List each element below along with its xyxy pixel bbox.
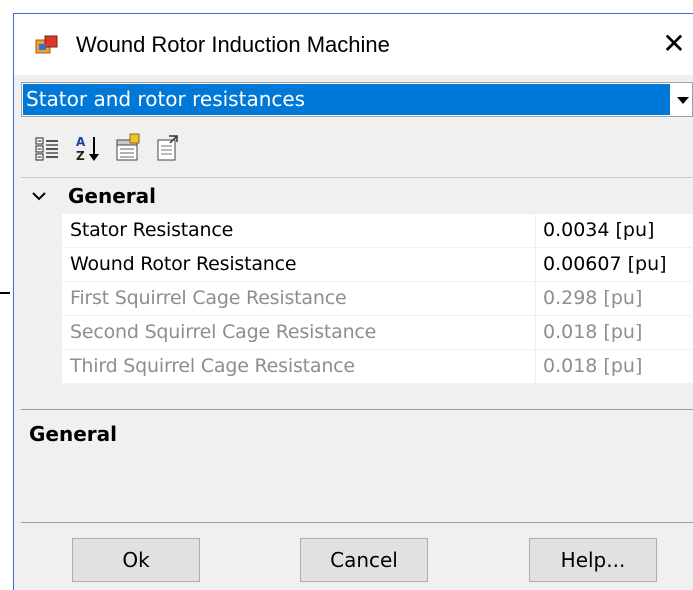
dialog-window: Wound Rotor Induction Machine ✕ Stator a… <box>13 13 693 590</box>
categorized-view-icon[interactable] <box>33 132 63 164</box>
window-title: Wound Rotor Induction Machine <box>76 32 390 57</box>
column-divider <box>535 248 536 282</box>
column-divider <box>535 214 536 248</box>
category-row-general[interactable]: General <box>21 178 693 214</box>
svg-text:A: A <box>76 135 86 149</box>
export-icon[interactable] <box>153 132 183 164</box>
grid-footer-space <box>21 384 693 400</box>
category-label: General <box>68 184 156 208</box>
column-divider <box>535 282 536 316</box>
chevron-down-icon[interactable] <box>31 188 47 204</box>
grid-gutter <box>21 214 62 384</box>
property-row-wound-rotor-resistance[interactable]: Wound Rotor Resistance 0.00607 [pu] <box>62 248 693 282</box>
property-value: 0.298 [pu] <box>543 287 643 309</box>
property-grid: General Stator Resistance 0.0034 [pu] Wo… <box>21 177 693 400</box>
property-value[interactable]: 0.00607 [pu] <box>543 253 667 275</box>
property-value: 0.018 [pu] <box>543 355 643 377</box>
property-row-first-squirrel-cage-resistance: First Squirrel Cage Resistance 0.298 [pu… <box>62 282 693 316</box>
title-bar[interactable]: Wound Rotor Induction Machine ✕ <box>14 14 693 75</box>
help-button[interactable]: Help... <box>529 538 657 582</box>
svg-text:Z: Z <box>76 149 85 163</box>
alphabetical-sort-icon[interactable]: A Z <box>73 132 103 164</box>
stray-line <box>0 292 10 294</box>
close-icon[interactable]: ✕ <box>654 24 693 64</box>
description-panel: General <box>21 409 693 523</box>
property-pages-icon[interactable] <box>113 132 143 164</box>
ok-button[interactable]: Ok <box>72 538 200 582</box>
category-dropdown-value: Stator and rotor resistances <box>23 84 670 115</box>
cancel-button[interactable]: Cancel <box>300 538 428 582</box>
property-name: Third Squirrel Cage Resistance <box>70 355 355 377</box>
property-name: Second Squirrel Cage Resistance <box>70 321 377 343</box>
chevron-down-icon[interactable] <box>674 89 692 111</box>
property-name: Stator Resistance <box>70 219 234 241</box>
property-row-third-squirrel-cage-resistance: Third Squirrel Cage Resistance 0.018 [pu… <box>62 350 693 384</box>
property-toolbar: A Z <box>21 124 693 174</box>
property-value: 0.018 [pu] <box>543 321 643 343</box>
property-row-stator-resistance[interactable]: Stator Resistance 0.0034 [pu] <box>62 214 693 248</box>
column-divider <box>535 350 536 384</box>
property-name: First Squirrel Cage Resistance <box>70 287 347 309</box>
category-dropdown[interactable]: Stator and rotor resistances <box>21 82 693 117</box>
property-row-second-squirrel-cage-resistance: Second Squirrel Cage Resistance 0.018 [p… <box>62 316 693 350</box>
column-divider <box>535 316 536 350</box>
description-title: General <box>29 422 117 446</box>
app-block-icon <box>35 35 58 54</box>
property-name: Wound Rotor Resistance <box>70 253 297 275</box>
property-value[interactable]: 0.0034 [pu] <box>543 219 654 241</box>
